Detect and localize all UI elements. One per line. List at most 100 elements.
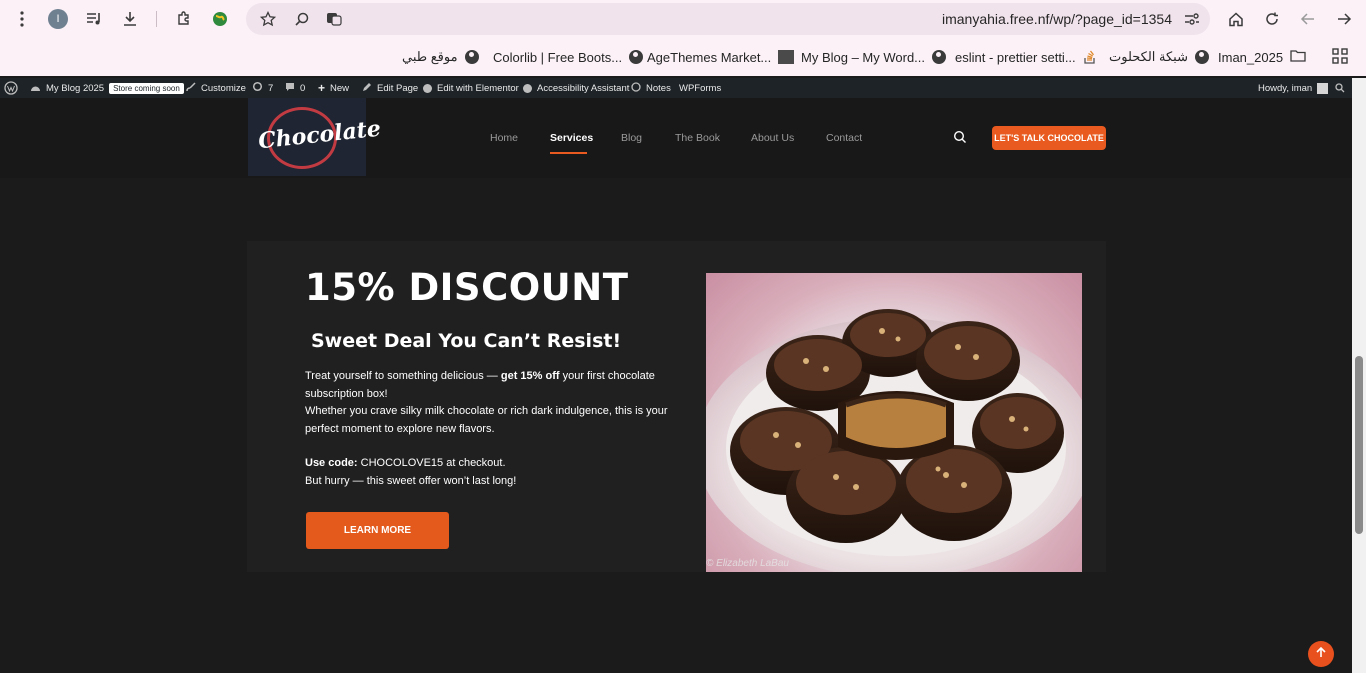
media-queue-icon[interactable] [84,9,104,29]
accessibility-link[interactable]: Accessibility Assistant [523,81,629,95]
edit-page-label: Edit Page [377,82,419,94]
user-avatar [1317,82,1329,94]
bookmark-item[interactable]: شبكة الكحلوت [1109,47,1209,67]
reload-icon[interactable] [1262,9,1282,29]
apps-grid-icon[interactable] [1330,46,1350,66]
new-content-link[interactable]: + New [318,81,349,95]
site-header: Chocolate Home Services Blog The Book Ab… [0,98,1352,178]
promo-headline: 15% DISCOUNT [305,266,629,309]
kebab-menu-icon[interactable] [14,9,30,29]
updates-link[interactable]: 7 [252,81,273,95]
wpforms-label: WPForms [679,82,722,94]
cut-cup-center [838,391,954,460]
arrow-up-icon [1315,645,1327,663]
scrollbar-thumb[interactable] [1355,356,1363,534]
admin-search-icon[interactable] [1335,81,1345,95]
notes-link[interactable]: Notes [631,81,671,95]
active-nav-underline [550,152,587,154]
bookmark-label: موقع طبي [402,49,458,64]
back-to-top-button[interactable] [1308,641,1334,667]
site-name-label: My Blog 2025 [46,82,105,94]
learn-more-button[interactable]: LEARN MORE [306,512,449,549]
search-icon[interactable] [953,130,967,149]
nav-contact[interactable]: Contact [826,132,862,144]
browser-toolbar: I imanyahia.free.nf/wp/?page_id=1354 [0,0,1366,38]
promo-line-1-start: Treat yourself to something delicious — [305,370,501,382]
photo-credit: © Elizabeth LaBau [706,558,789,569]
promo-subhead: Sweet Deal You Can’t Resist! [311,330,622,352]
translate-icon[interactable] [324,9,344,29]
toolbar-divider [156,11,157,27]
customize-link[interactable]: Customize [186,81,246,95]
promo-line-1: Treat yourself to something delicious — … [305,368,677,403]
site-name-link[interactable]: My Blog 2025 Store coming soon [30,81,184,95]
accessibility-icon [523,83,532,93]
globe-icon [1194,50,1209,64]
plus-icon: + [318,81,326,95]
globe-icon [464,50,479,64]
comments-link[interactable]: 0 [285,81,305,95]
bookmark-item[interactable]: eslint - prettier setti... [955,47,1097,67]
stackoverflow-icon [1083,48,1097,67]
customize-label: Customize [201,82,246,94]
promo-code-line: Use code: CHOCOLOVE15 at checkout. [305,455,677,473]
new-label: New [330,82,350,94]
nav-services[interactable]: Services [550,132,593,144]
elementor-link[interactable]: Edit with Elementor [423,81,519,95]
bookmark-label: AgeThemes Market... [647,49,772,65]
url-text[interactable]: imanyahia.free.nf/wp/?page_id=1354 [942,11,1172,27]
promo-code-value: CHOCOLOVE15 at checkout. [357,457,506,469]
bookmark-item[interactable]: My Blog – My Word... [801,47,947,67]
home-icon[interactable] [1226,9,1246,29]
globe-icon [629,50,644,64]
wordpress-logo-icon[interactable] [4,81,18,95]
elementor-icon [423,83,432,93]
edit-page-link[interactable]: Edit Page [362,81,418,95]
wpforms-link[interactable]: WPForms [679,81,721,95]
bookmark-item[interactable]: موقع طبي [402,47,479,67]
wp-admin-bar: My Blog 2025 Store coming soon Customize… [0,78,1352,98]
comments-count: 0 [300,82,306,94]
nav-the-book[interactable]: The Book [675,132,720,144]
notes-label: Notes [646,82,671,94]
nav-about-us[interactable]: About Us [751,132,794,144]
promo-discount-highlight: get 15% off [500,370,560,382]
lets-talk-chocolate-button[interactable]: LET'S TALK CHOCOLATE [992,126,1106,150]
nav-home[interactable]: Home [490,132,518,144]
bookmark-label: eslint - prettier setti... [955,49,1076,65]
address-bar[interactable]: imanyahia.free.nf/wp/?page_id=1354 [246,3,1210,35]
dashboard-icon [30,82,41,95]
notes-icon [631,81,641,95]
bookmark-label: Iman_2025 [1218,49,1284,65]
site-settings-icon[interactable] [1182,9,1202,29]
howdy-label: Howdy, iman [1258,82,1313,94]
bookmarks-bar: موقع طبي Colorlib | Free Boots... AgeThe… [0,38,1366,76]
bookmark-star-icon[interactable] [258,9,278,29]
folder-icon [1290,49,1306,65]
agethemes-favicon [778,50,795,64]
comment-icon [285,82,295,95]
extension-globe-icon[interactable] [210,9,230,29]
forward-arrow-icon[interactable] [1334,9,1354,29]
profile-avatar[interactable]: I [48,9,68,29]
download-icon[interactable] [120,9,140,29]
brush-icon [186,81,196,95]
bookmark-folder[interactable]: Iman_2025 [1218,47,1306,67]
chocolate-cups-photo [706,273,1082,572]
site-logo[interactable]: Chocolate [248,98,382,176]
promo-hurry-line: But hurry — this sweet offer won’t last … [305,474,517,487]
bookmark-label: My Blog – My Word... [801,49,926,65]
promo-code-label: Use code: [305,457,358,469]
updates-count: 7 [268,82,274,94]
back-arrow-icon[interactable] [1298,9,1318,29]
nav-blog[interactable]: Blog [621,132,642,144]
bookmark-item[interactable]: AgeThemes Market... [647,47,795,67]
zoom-icon[interactable] [292,9,312,29]
pencil-icon [362,82,372,95]
extensions-icon[interactable] [174,9,194,29]
globe-icon [932,50,947,64]
store-status-badge[interactable]: Store coming soon [109,82,184,94]
bookmark-item[interactable]: Colorlib | Free Boots... [493,47,644,67]
bookmark-label: Colorlib | Free Boots... [493,49,623,65]
account-menu[interactable]: Howdy, iman [1258,81,1329,95]
